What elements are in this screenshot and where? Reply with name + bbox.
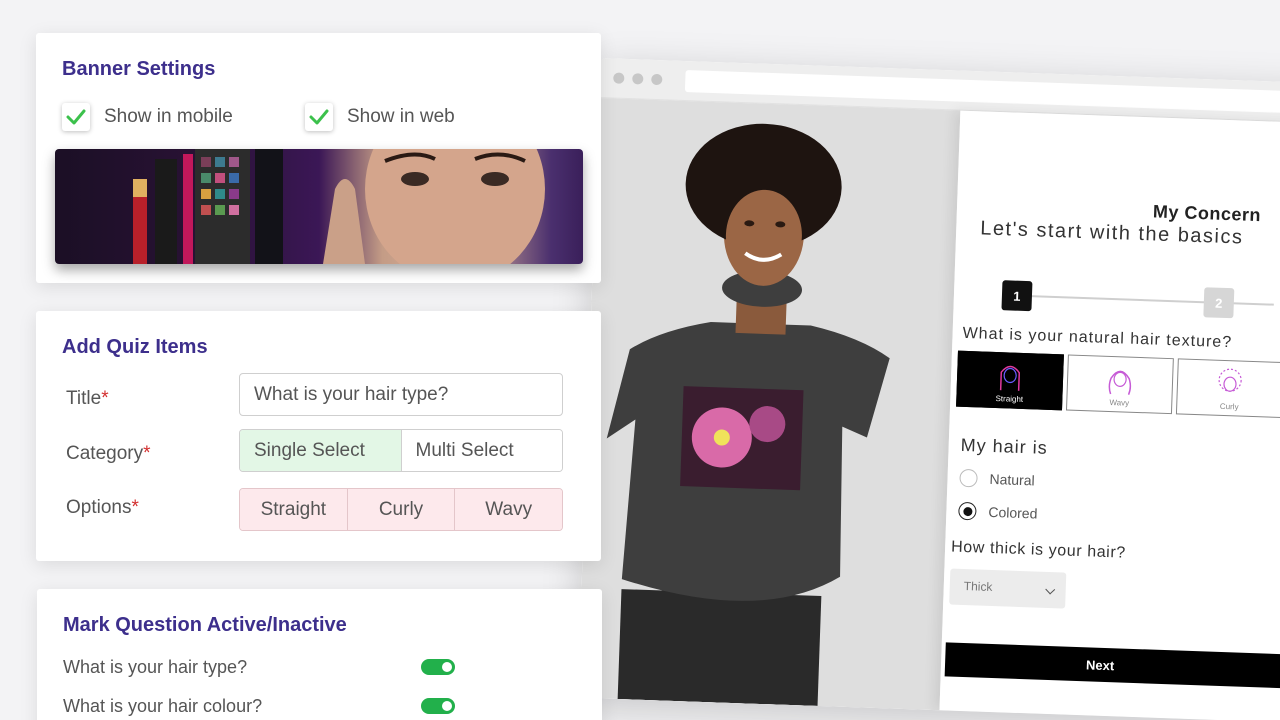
options-field-label: Options* bbox=[66, 497, 139, 519]
thickness-select[interactable]: Thick bbox=[949, 568, 1067, 609]
category-label-text: Category bbox=[66, 443, 144, 464]
title-field-label: Title* bbox=[66, 388, 109, 410]
radio-circle[interactable] bbox=[959, 468, 978, 488]
banner-settings-card: Banner Settings Show in mobile Show in w… bbox=[36, 33, 601, 283]
next-label: Next bbox=[1085, 656, 1115, 673]
hair-is-label: My hair is bbox=[960, 434, 1049, 458]
thickness-question: How thick is your hair? bbox=[950, 538, 1127, 562]
show-in-web-label: Show in web bbox=[347, 106, 455, 127]
option-chip-wavy[interactable]: Wavy bbox=[455, 489, 562, 530]
quiz-title-input[interactable] bbox=[239, 373, 563, 416]
question-toggle-row: What is your hair colour? bbox=[63, 696, 455, 717]
banner-settings-title: Banner Settings bbox=[62, 58, 216, 80]
add-quiz-items-card: Add Quiz Items Title* Category* Single S… bbox=[36, 311, 601, 561]
show-in-web-option[interactable]: Show in web bbox=[305, 103, 455, 131]
straight-hair-icon bbox=[999, 365, 1021, 391]
texture-label: Wavy bbox=[1109, 397, 1130, 408]
thickness-value: Thick bbox=[963, 579, 993, 595]
mark-question-active-card: Mark Question Active/Inactive What is yo… bbox=[37, 589, 602, 720]
window-dot-icon bbox=[632, 73, 644, 85]
window-dot-icon bbox=[613, 72, 625, 84]
step-1[interactable]: 1 bbox=[1001, 280, 1033, 312]
question-label: What is your hair colour? bbox=[63, 696, 263, 716]
category-multi-select[interactable]: Multi Select bbox=[401, 430, 562, 471]
required-mark: * bbox=[101, 388, 109, 409]
option-chip-straight[interactable]: Straight bbox=[240, 489, 348, 530]
radio-circle[interactable] bbox=[958, 501, 977, 521]
radio-label: Colored bbox=[988, 503, 1038, 522]
options-label-text: Options bbox=[66, 497, 132, 518]
window-dot-icon bbox=[651, 73, 663, 86]
question-label: What is your hair type? bbox=[63, 657, 248, 677]
add-quiz-items-title: Add Quiz Items bbox=[62, 336, 208, 358]
texture-label: Curly bbox=[1219, 401, 1239, 412]
check-icon bbox=[309, 109, 329, 125]
active-toggle[interactable] bbox=[421, 698, 455, 714]
next-button[interactable]: Next bbox=[944, 642, 1280, 691]
texture-option-wavy[interactable]: Wavy bbox=[1065, 354, 1174, 415]
product-photo bbox=[577, 97, 961, 711]
category-selector: Single Select Multi Select bbox=[239, 429, 563, 472]
options-list: Straight Curly Wavy bbox=[239, 488, 563, 531]
question-toggle-row: What is your hair type? bbox=[63, 657, 455, 678]
check-icon bbox=[66, 109, 86, 125]
storefront-preview-window: My Concern Let's start with the basics 1… bbox=[577, 58, 1280, 720]
title-label-text: Title bbox=[66, 388, 102, 409]
step-2[interactable]: 2 bbox=[1203, 287, 1235, 319]
radio-colored[interactable]: Colored bbox=[958, 501, 1038, 523]
banner-image bbox=[55, 149, 583, 264]
curly-hair-icon bbox=[1218, 368, 1242, 392]
radio-natural[interactable]: Natural bbox=[959, 468, 1035, 490]
show-in-mobile-option[interactable]: Show in mobile bbox=[62, 103, 233, 131]
option-chip-curly[interactable]: Curly bbox=[347, 489, 456, 530]
texture-question: What is your natural hair texture? bbox=[962, 324, 1233, 352]
model-tshirt-image bbox=[606, 123, 890, 706]
chevron-down-icon bbox=[1045, 584, 1056, 595]
stepper-line bbox=[1013, 294, 1274, 306]
mobile-checkbox[interactable] bbox=[62, 103, 90, 131]
required-mark: * bbox=[131, 497, 139, 518]
mark-question-title: Mark Question Active/Inactive bbox=[63, 614, 347, 636]
required-mark: * bbox=[143, 443, 151, 464]
category-single-select[interactable]: Single Select bbox=[240, 430, 402, 471]
texture-label: Straight bbox=[995, 394, 1024, 404]
quiz-title: My Concern bbox=[1152, 201, 1262, 226]
show-in-mobile-label: Show in mobile bbox=[104, 106, 233, 127]
category-field-label: Category* bbox=[66, 443, 151, 465]
quiz-preview-panel: My Concern Let's start with the basics 1… bbox=[939, 110, 1280, 720]
texture-option-straight[interactable]: Straight bbox=[956, 350, 1064, 411]
wavy-hair-icon bbox=[1108, 370, 1132, 395]
texture-option-curly[interactable]: Curly bbox=[1175, 358, 1280, 419]
radio-label: Natural bbox=[989, 470, 1035, 489]
active-toggle[interactable] bbox=[421, 659, 455, 675]
web-checkbox[interactable] bbox=[305, 103, 333, 131]
makeup-banner-graphic bbox=[133, 149, 545, 264]
